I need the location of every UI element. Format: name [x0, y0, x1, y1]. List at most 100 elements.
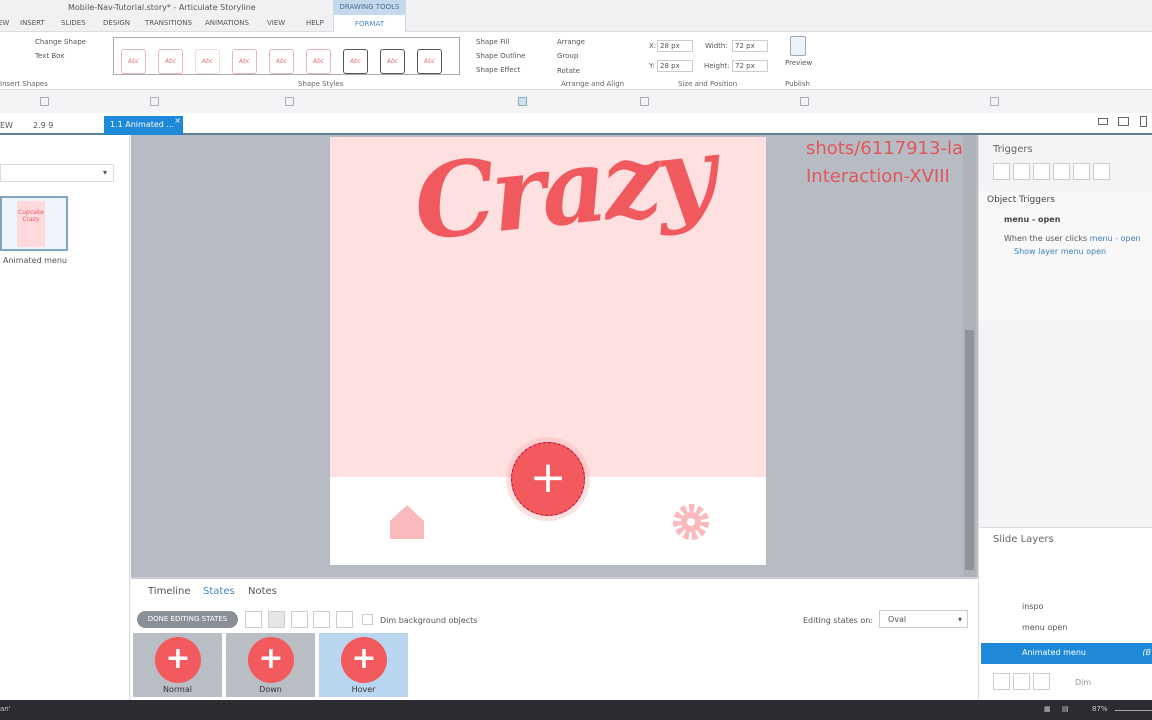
move-trigger-icon[interactable] [1093, 163, 1110, 180]
toolbar-icon[interactable] [40, 97, 49, 106]
home-icon[interactable] [388, 503, 426, 541]
gear-icon[interactable] [672, 503, 710, 541]
tab-design[interactable]: DESIGN [103, 19, 130, 27]
duplicate-layer-icon[interactable] [1013, 673, 1030, 690]
tab-view[interactable]: VIEW [267, 19, 285, 27]
group-button[interactable]: Group [557, 52, 578, 60]
slide-view-icon[interactable]: ▤ [1062, 705, 1069, 713]
tab-format[interactable]: FORMAT [333, 15, 406, 33]
slide: Crazy + [330, 114, 766, 565]
shape-style[interactable]: Abc [343, 49, 368, 74]
change-shape-button[interactable]: Change Shape [35, 38, 86, 46]
toolbar-icon[interactable] [800, 97, 809, 106]
scene-dropdown[interactable]: ▾ [0, 164, 114, 182]
new-trigger-icon[interactable] [993, 163, 1010, 180]
shape-outline-button[interactable]: Shape Outline [476, 52, 525, 60]
delete-trigger-icon[interactable] [1073, 163, 1090, 180]
dim-background-checkbox[interactable] [362, 614, 373, 625]
y-label: Y: [649, 62, 655, 70]
view-label: EW [0, 121, 13, 130]
size-group-label: Size and Position [678, 80, 738, 88]
slide-thumbnail[interactable]: Cupcake Crazy [0, 196, 68, 251]
shape-fill-button[interactable]: Shape Fill [476, 38, 510, 46]
normal-view-icon[interactable]: ▦ [1044, 705, 1051, 713]
edit-trigger-icon[interactable] [1013, 163, 1030, 180]
tablet-view-icon[interactable] [1118, 117, 1129, 126]
canvas-scrollbar[interactable] [963, 135, 976, 577]
state-normal[interactable]: + Normal [133, 633, 222, 697]
tab-view-partial[interactable]: EW [0, 19, 9, 27]
delete-state-icon[interactable] [313, 611, 330, 628]
new-layer-icon[interactable] [993, 673, 1010, 690]
state-hover[interactable]: + Hover [319, 633, 408, 697]
phone-view-icon[interactable] [1140, 116, 1147, 127]
y-input[interactable]: 28 px [657, 60, 693, 72]
tab-transitions[interactable]: TRANSITIONS [145, 19, 192, 27]
ribbon-tabs: EW INSERT SLIDES DESIGN TRANSITIONS ANIM… [0, 15, 1152, 32]
tab-notes[interactable]: Notes [248, 586, 277, 597]
drawing-tools-label: DRAWING TOOLS [333, 0, 406, 15]
editing-states-dropdown[interactable]: Oval ▾ [879, 610, 968, 628]
reset-state-icon[interactable] [336, 611, 353, 628]
preview-icon[interactable] [790, 36, 806, 56]
new-state-icon[interactable] [245, 611, 262, 628]
object-triggers-heading: Object Triggers [987, 195, 1055, 205]
height-input[interactable]: 72 px [732, 60, 768, 72]
layer-item[interactable]: inspo [1022, 602, 1043, 611]
tab-help[interactable]: HELP [306, 19, 324, 27]
toolbar-icon[interactable] [640, 97, 649, 106]
paste-trigger-icon[interactable] [1053, 163, 1070, 180]
tab-insert[interactable]: INSERT [20, 19, 45, 27]
state-down[interactable]: + Down [226, 633, 315, 697]
layer-item[interactable]: menu open [1022, 623, 1067, 632]
desktop-view-icon[interactable] [1098, 118, 1108, 125]
trigger-condition[interactable]: When the user clicks menu - open [1004, 234, 1141, 243]
copy-trigger-icon[interactable] [1033, 163, 1050, 180]
slide-title: Crazy [408, 113, 718, 265]
zoom-slider[interactable] [1115, 710, 1152, 711]
shape-style[interactable]: Abc [417, 49, 442, 74]
tab-animations[interactable]: ANIMATIONS [205, 19, 249, 27]
align-center-icon[interactable] [518, 97, 527, 106]
text-box-button[interactable]: Text Box [35, 52, 64, 60]
menu-open-button[interactable]: + [511, 442, 585, 516]
tab-states[interactable]: States [203, 586, 235, 597]
shape-style[interactable]: Abc [232, 49, 257, 74]
status-text: an' [0, 705, 11, 713]
duplicate-state-icon[interactable] [291, 611, 308, 628]
plus-icon: + [341, 637, 387, 683]
width-input[interactable]: 72 px [732, 40, 768, 52]
shape-style[interactable]: Abc [195, 49, 220, 74]
toolbar-icon[interactable] [285, 97, 294, 106]
dim-checkbox-label[interactable]: Dim [1075, 678, 1091, 687]
edit-state-icon[interactable] [268, 611, 285, 628]
trigger-object[interactable]: menu - open [1004, 215, 1060, 224]
rotate-button[interactable]: Rotate [557, 67, 580, 75]
formatting-toolbar [0, 92, 1152, 112]
preview-button[interactable]: Preview [785, 59, 812, 67]
trigger-action[interactable]: Show layer menu open [1014, 247, 1106, 256]
x-input[interactable]: 28 px [657, 40, 693, 52]
arrange-button[interactable]: Arrange [557, 38, 585, 46]
shape-effect-button[interactable]: Shape Effect [476, 66, 520, 74]
toolbar-icon[interactable] [150, 97, 159, 106]
slide-layers-title: Slide Layers [993, 534, 1054, 545]
layer-item-selected[interactable]: Animated menu (B [981, 643, 1152, 664]
shape-style[interactable]: Abc [269, 49, 294, 74]
triggers-title: Triggers [993, 144, 1033, 155]
close-icon[interactable]: × [174, 116, 181, 125]
slide-tab-active[interactable]: 1.1 Animated ... × [104, 116, 183, 135]
triggers-panel: Triggers Object Triggers menu - open Whe… [978, 135, 1152, 700]
done-editing-states-button[interactable]: DONE EDITING STATES [137, 611, 238, 628]
status-bar: an' ▦ ▤ 87% [0, 700, 1152, 720]
toolbar-icon[interactable] [990, 97, 999, 106]
shape-style[interactable]: Abc [306, 49, 331, 74]
insert-shapes-group-label: Insert Shapes [0, 80, 48, 88]
shape-style[interactable]: Abc [380, 49, 405, 74]
delete-layer-icon[interactable] [1033, 673, 1050, 690]
shape-style[interactable]: Abc [158, 49, 183, 74]
tab-timeline[interactable]: Timeline [148, 586, 191, 597]
dim-background-label: Dim background objects [380, 616, 478, 625]
tab-slides[interactable]: SLIDES [61, 19, 86, 27]
shape-style[interactable]: Abc [121, 49, 146, 74]
